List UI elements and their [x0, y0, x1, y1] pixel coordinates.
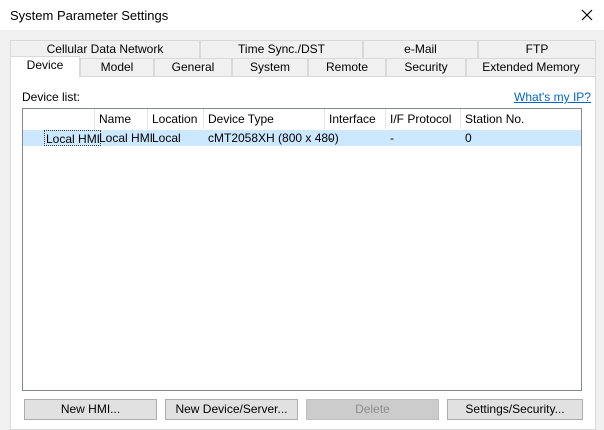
row-station-no-cell: 0	[465, 131, 472, 145]
new-device-server-button[interactable]: New Device/Server...	[165, 399, 298, 420]
settings-security-button[interactable]: Settings/Security...	[447, 399, 583, 420]
tab-remote[interactable]: Remote	[308, 58, 386, 76]
tab-time-sync-dst[interactable]: Time Sync./DST	[200, 40, 363, 58]
column-header-group[interactable]	[23, 109, 95, 129]
tab-general[interactable]: General	[154, 58, 232, 76]
device-list-label: Device list:	[22, 90, 81, 104]
whats-my-ip-link[interactable]: What's my IP?	[514, 90, 591, 104]
tab-extended-memory[interactable]: Extended Memory	[466, 58, 596, 76]
row-location-cell: Local	[152, 131, 181, 145]
tab-email[interactable]: e-Mail	[363, 40, 478, 58]
column-header-if-protocol[interactable]: I/F Protocol	[386, 109, 461, 129]
row-interface-cell: -	[329, 131, 333, 145]
column-header-name[interactable]: Name	[95, 109, 148, 129]
close-button[interactable]	[572, 3, 602, 27]
device-list[interactable]: Name Location Device Type Interface I/F …	[22, 108, 582, 391]
tab-device[interactable]: Device	[10, 56, 80, 77]
delete-button[interactable]: Delete	[306, 399, 439, 420]
tab-system[interactable]: System	[232, 58, 308, 76]
column-header-device-type[interactable]: Device Type	[204, 109, 325, 129]
row-if-protocol-cell: -	[390, 131, 394, 145]
new-hmi-button[interactable]: New HMI...	[24, 399, 157, 420]
row-device-type-cell: cMT2058XH (800 x 480)	[208, 131, 339, 145]
column-header-interface[interactable]: Interface	[325, 109, 386, 129]
title-bar: System Parameter Settings	[0, 0, 604, 30]
close-icon	[581, 9, 593, 21]
row-name-cell: Local HMI	[99, 131, 154, 145]
table-row[interactable]: Local HMI Local HMI Local cMT2058XH (800…	[23, 130, 581, 146]
row-group-cell: Local HMI	[44, 130, 102, 146]
column-header-station-no[interactable]: Station No.	[461, 109, 581, 129]
tab-security[interactable]: Security	[386, 58, 466, 76]
column-header-location[interactable]: Location	[148, 109, 204, 129]
tab-ftp[interactable]: FTP	[478, 40, 596, 58]
tab-model[interactable]: Model	[80, 58, 154, 76]
window-title: System Parameter Settings	[10, 8, 169, 23]
